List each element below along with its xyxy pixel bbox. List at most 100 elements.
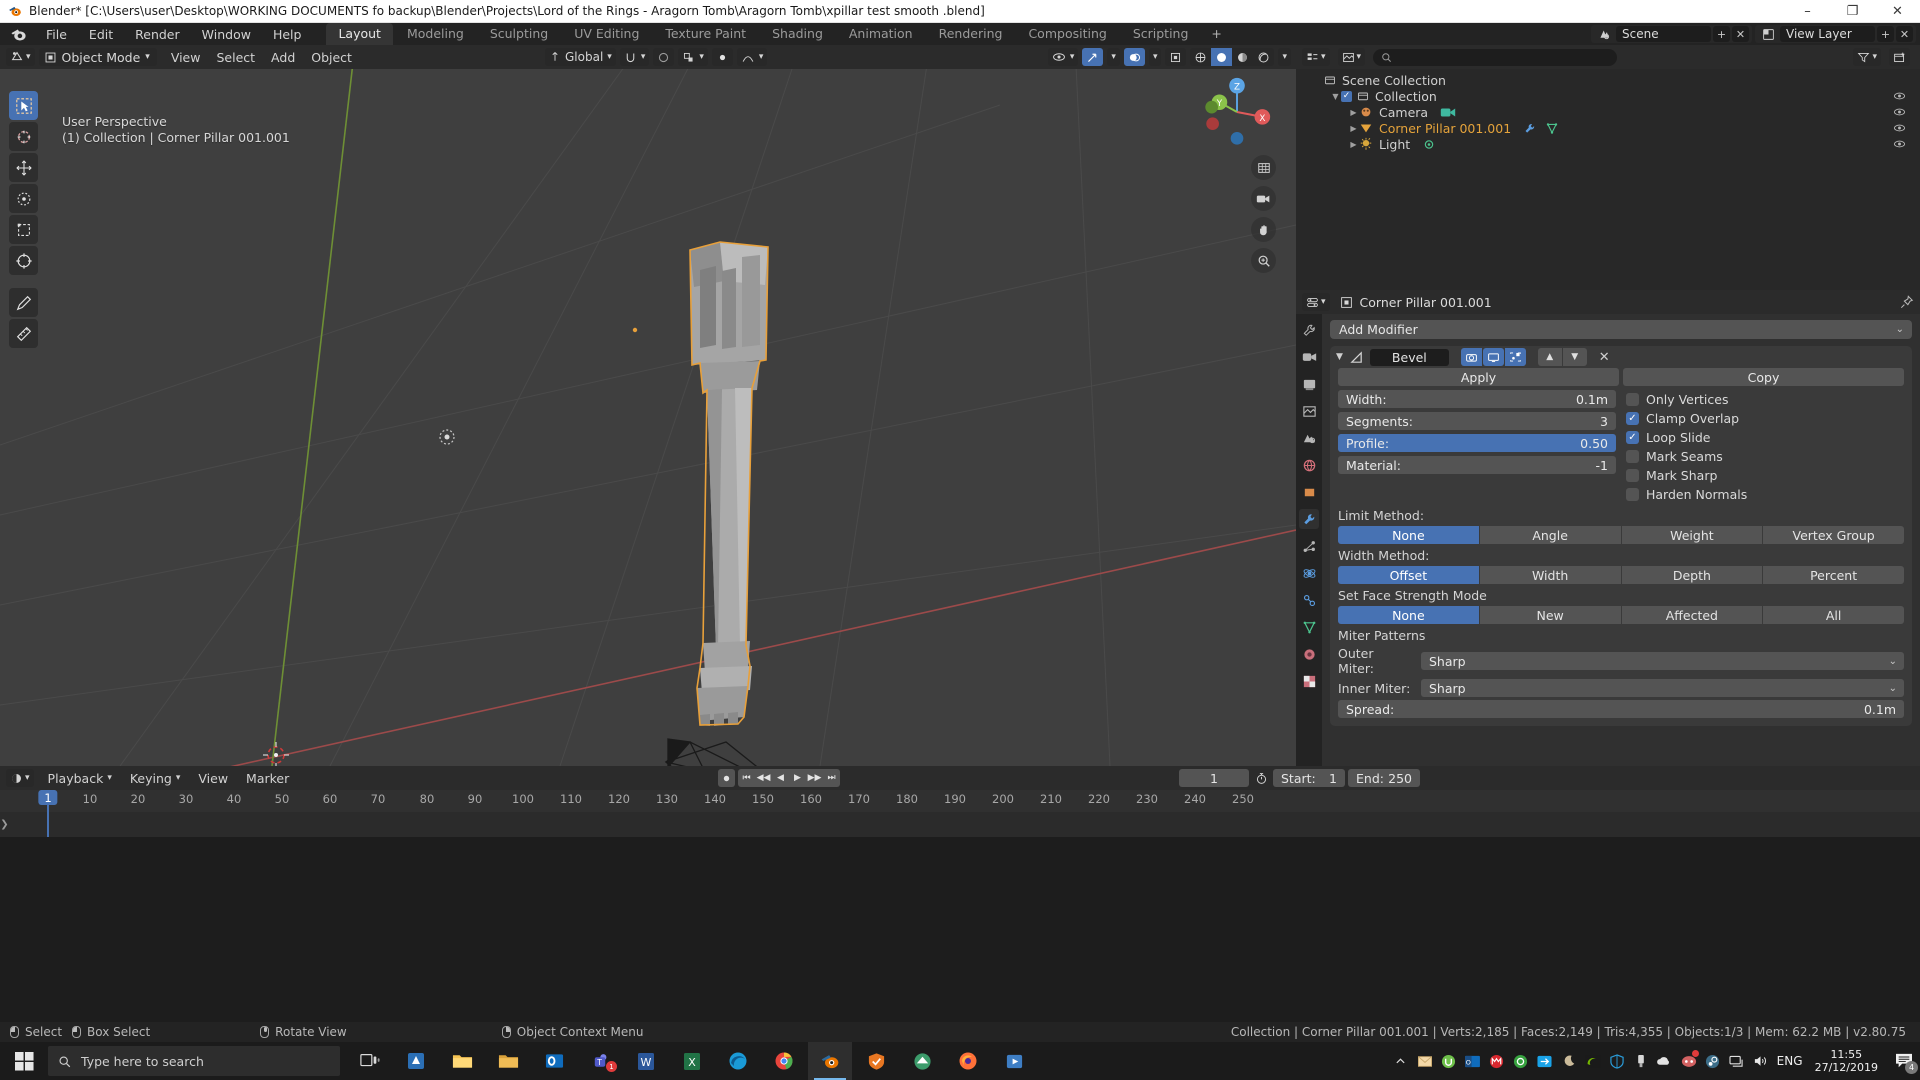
store-icon[interactable] (394, 1042, 438, 1080)
width-method-width[interactable]: Width (1479, 566, 1621, 584)
pin-id-icon[interactable] (1900, 295, 1914, 309)
tab-texture-paint[interactable]: Texture Paint (653, 23, 758, 45)
snap-toggle[interactable]: ▾ (619, 48, 650, 66)
timeline-menu-keying[interactable]: Keying ▾ (122, 769, 189, 788)
disclosure-triangle-icon[interactable]: ▶ (1348, 124, 1359, 133)
shield-icon[interactable] (854, 1042, 898, 1080)
constraints-tab[interactable] (1299, 590, 1319, 610)
move-tool[interactable] (9, 153, 38, 182)
outliner-display-mode-button[interactable]: ▾ (1337, 48, 1366, 66)
shading-rendered[interactable] (1253, 48, 1274, 66)
timeline-menu-playback[interactable]: Playback ▾ (40, 769, 120, 788)
unlink-scene-button[interactable]: ✕ (1732, 26, 1749, 42)
steam-icon[interactable] (1701, 1042, 1725, 1080)
outliner-row-scene-collection[interactable]: Scene Collection (1296, 72, 1920, 88)
tool-tab[interactable] (1299, 320, 1319, 340)
limit-method-angle[interactable]: Angle (1479, 526, 1621, 544)
render-tab[interactable] (1299, 347, 1319, 367)
mail-icon[interactable] (1413, 1042, 1437, 1080)
moon-icon[interactable] (1557, 1042, 1581, 1080)
mesh-data-icon[interactable] (1545, 122, 1559, 135)
outliner-row-light[interactable]: ▶ Light (1296, 136, 1920, 152)
outliner-editor-type-button[interactable]: ▾ (1302, 48, 1330, 66)
onedrive-icon[interactable] (1653, 1042, 1677, 1080)
maximize-button[interactable]: ❐ (1830, 0, 1875, 23)
navigation-gizmo[interactable]: Z X Y (1198, 73, 1276, 151)
width-field[interactable]: Width: 0.1m (1338, 390, 1616, 408)
blender-menu-icon[interactable] (10, 26, 27, 43)
disclosure-triangle-icon[interactable]: ▼ (1330, 92, 1341, 101)
pivot-point-selector[interactable]: ▾ (678, 48, 708, 66)
chrome-icon[interactable] (762, 1042, 806, 1080)
edge-icon[interactable] (716, 1042, 760, 1080)
mark-sharp-checkbox-row[interactable]: Mark Sharp (1626, 466, 1904, 485)
output-tab[interactable] (1299, 374, 1319, 394)
3d-viewport[interactable]: ▾ Object Mode ▾ View Select Add Object G… (0, 45, 1296, 766)
menu-help[interactable]: Help (262, 24, 313, 45)
select-box-tool[interactable] (9, 91, 38, 120)
scale-tool[interactable] (9, 215, 38, 244)
tab-sculpting[interactable]: Sculpting (478, 23, 560, 45)
tab-scripting[interactable]: Scripting (1121, 23, 1201, 45)
action-center-button[interactable]: 4 (1888, 1042, 1920, 1080)
view-layer-name[interactable]: View Layer (1780, 26, 1875, 42)
face-strength-all[interactable]: All (1763, 606, 1904, 624)
add-workspace-button[interactable]: + (1202, 23, 1230, 45)
tab-modeling[interactable]: Modeling (395, 23, 476, 45)
explorer-icon[interactable] (440, 1042, 484, 1080)
teams-icon[interactable]: T 1 (578, 1042, 622, 1080)
vpn-icon[interactable] (900, 1042, 944, 1080)
next-keyframe-button[interactable]: ▶▶ (806, 769, 823, 787)
tab-layout[interactable]: Layout (326, 23, 393, 45)
display-icon[interactable] (1725, 1042, 1749, 1080)
width-method-depth[interactable]: Depth (1621, 566, 1763, 584)
texture-tab[interactable] (1299, 671, 1319, 691)
outliner-row-corner-pillar[interactable]: ▶ Corner Pillar 001.001 (1296, 120, 1920, 136)
jump-to-end-button[interactable]: ⏭ (823, 769, 840, 787)
current-frame-field[interactable]: 1 (1179, 769, 1249, 787)
inner-miter-dropdown[interactable]: Sharp ⌄ (1421, 679, 1904, 697)
previous-keyframe-button[interactable]: ◀◀ (755, 769, 772, 787)
auto-keying-button[interactable] (718, 769, 735, 787)
material-field[interactable]: Material: -1 (1338, 456, 1616, 474)
tab-rendering[interactable]: Rendering (927, 23, 1015, 45)
transform-tool[interactable] (9, 246, 38, 275)
collection-checkbox[interactable]: ✓ (1341, 90, 1352, 102)
tab-animation[interactable]: Animation (837, 23, 925, 45)
start-frame-field[interactable]: Start: 1 (1273, 769, 1345, 787)
only-vertices-checkbox-row[interactable]: Only Vertices (1626, 390, 1904, 409)
viewport-menu-select[interactable]: Select (208, 48, 263, 67)
transform-orientation-selector[interactable]: Global ▾ (545, 48, 616, 66)
nvidia-icon[interactable] (1581, 1042, 1605, 1080)
defender-icon[interactable] (1605, 1042, 1629, 1080)
object-visibility-selector[interactable]: ▾ (1047, 48, 1079, 66)
light-data-icon[interactable] (1422, 138, 1436, 151)
mark-sharp-checkbox[interactable] (1626, 469, 1639, 482)
overlay-options[interactable]: ▾ (1148, 48, 1162, 66)
outlook-icon[interactable] (532, 1042, 576, 1080)
corner-pillar-mesh[interactable] (0, 45, 1296, 766)
folder-icon[interactable] (486, 1042, 530, 1080)
playhead-frame-label[interactable]: 1 (38, 790, 58, 805)
view-layer-tab[interactable] (1299, 401, 1319, 421)
world-tab[interactable] (1299, 455, 1319, 475)
start-button[interactable] (0, 1042, 48, 1080)
shading-material-preview[interactable] (1232, 48, 1253, 66)
apply-modifier-button[interactable]: Apply (1338, 368, 1619, 386)
viewport-menu-add[interactable]: Add (263, 48, 303, 67)
proportional-edit-toggle[interactable] (653, 48, 675, 66)
visibility-eye-icon[interactable] (1893, 139, 1906, 149)
limit-method-vertex-group[interactable]: Vertex Group (1763, 526, 1904, 544)
profile-field[interactable]: Profile: 0.50 (1338, 434, 1616, 452)
cursor-tool[interactable] (9, 122, 38, 151)
material-tab[interactable] (1299, 644, 1319, 664)
panel-expand-icon[interactable]: ▼ (1336, 352, 1343, 362)
excel-icon[interactable]: X (670, 1042, 714, 1080)
outliner-search-input[interactable] (1373, 48, 1618, 66)
usb-icon[interactable] (1629, 1042, 1653, 1080)
show-gizmo-toggle[interactable] (1082, 48, 1104, 66)
pan-view-icon[interactable] (1251, 217, 1276, 242)
new-view-layer-button[interactable]: + (1877, 26, 1894, 42)
loop-slide-checkbox-row[interactable]: ✓ Loop Slide (1626, 428, 1904, 447)
minimize-button[interactable]: – (1785, 0, 1830, 23)
